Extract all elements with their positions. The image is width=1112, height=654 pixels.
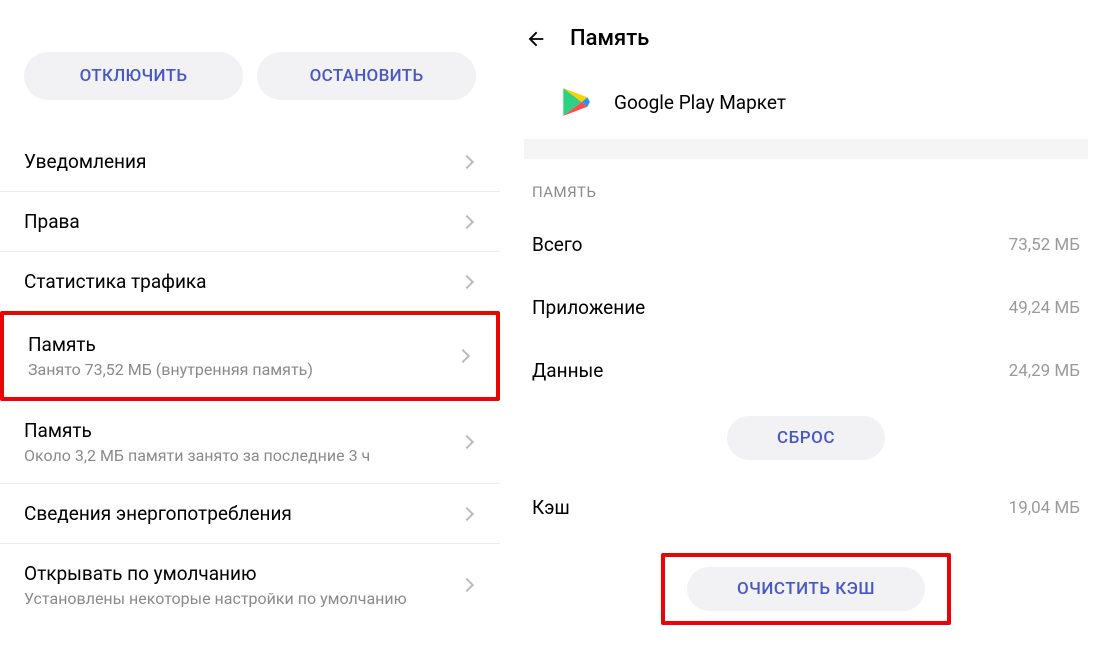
- row-total: Всего 73,52 МБ: [500, 213, 1112, 276]
- chevron-right-icon: [460, 578, 474, 592]
- menu-item-memory[interactable]: Память Около 3,2 МБ памяти занято за пос…: [0, 401, 500, 484]
- kv-value: 49,24 МБ: [1009, 298, 1080, 318]
- app-info-panel: ОТКЛЮЧИТЬ ОСТАНОВИТЬ Уведомления Права С…: [0, 0, 500, 654]
- menu-title: Уведомления: [24, 150, 462, 173]
- menu-item-notifications[interactable]: Уведомления: [0, 132, 500, 192]
- row-cache: Кэш 19,04 МБ: [500, 476, 1112, 539]
- divider: [524, 139, 1088, 159]
- row-data: Данные 24,29 МБ: [500, 339, 1112, 402]
- menu-title: Память: [24, 419, 462, 442]
- chevron-right-icon: [460, 506, 474, 520]
- arrow-left-icon: [525, 28, 547, 50]
- chevron-right-icon: [460, 154, 474, 168]
- reset-button[interactable]: СБРОС: [727, 416, 885, 460]
- menu-sub: Занято 73,52 МБ (внутренняя память): [28, 360, 458, 379]
- storage-details-panel: Память Google Play Маркет ПАМЯТЬ Всего 7…: [500, 0, 1112, 654]
- stop-button[interactable]: ОСТАНОВИТЬ: [257, 52, 476, 100]
- page-title: Память: [570, 26, 649, 51]
- kv-label: Всего: [532, 233, 583, 256]
- menu-item-storage[interactable]: Память Занято 73,52 МБ (внутренняя памят…: [4, 315, 496, 397]
- clear-cache-button[interactable]: ОЧИСТИТЬ КЭШ: [687, 567, 925, 611]
- menu-title: Открывать по умолчанию: [24, 562, 462, 585]
- menu-sub: Около 3,2 МБ памяти занято за последние …: [24, 446, 462, 465]
- menu-sub: Установлены некоторые настройки по умолч…: [24, 589, 462, 608]
- menu-title: Статистика трафика: [24, 270, 462, 293]
- menu-title: Права: [24, 210, 462, 233]
- highlight-storage: Память Занято 73,52 МБ (внутренняя памят…: [0, 311, 500, 401]
- menu-item-permissions[interactable]: Права: [0, 192, 500, 252]
- menu-title: Сведения энергопотребления: [24, 502, 462, 525]
- chevron-right-icon: [456, 349, 470, 363]
- menu-item-open-default[interactable]: Открывать по умолчанию Установлены некот…: [0, 544, 500, 626]
- back-button[interactable]: [524, 27, 548, 51]
- kv-label: Данные: [532, 359, 603, 382]
- kv-label: Кэш: [532, 496, 570, 519]
- settings-menu: Уведомления Права Статистика трафика: [0, 132, 500, 311]
- kv-label: Приложение: [532, 296, 645, 319]
- menu-title: Память: [28, 333, 458, 356]
- app-row: Google Play Маркет: [500, 69, 1112, 139]
- kv-value: 73,52 МБ: [1009, 235, 1080, 255]
- header: Память: [500, 8, 1112, 69]
- reset-button-wrap: СБРОС: [500, 402, 1112, 476]
- menu-item-traffic[interactable]: Статистика трафика: [0, 252, 500, 311]
- action-buttons-row: ОТКЛЮЧИТЬ ОСТАНОВИТЬ: [0, 12, 500, 132]
- disable-button[interactable]: ОТКЛЮЧИТЬ: [24, 52, 243, 100]
- chevron-right-icon: [460, 214, 474, 228]
- section-label: ПАМЯТЬ: [500, 159, 1112, 213]
- kv-value: 24,29 МБ: [1009, 361, 1080, 381]
- clear-cache-wrap: ОЧИСТИТЬ КЭШ: [500, 539, 1112, 641]
- chevron-right-icon: [460, 435, 474, 449]
- highlight-clear-cache: ОЧИСТИТЬ КЭШ: [661, 553, 951, 625]
- google-play-icon: [562, 87, 590, 117]
- app-name: Google Play Маркет: [614, 91, 786, 114]
- menu-item-battery[interactable]: Сведения энергопотребления: [0, 484, 500, 544]
- chevron-right-icon: [460, 274, 474, 288]
- kv-value: 19,04 МБ: [1009, 498, 1080, 518]
- row-app: Приложение 49,24 МБ: [500, 276, 1112, 339]
